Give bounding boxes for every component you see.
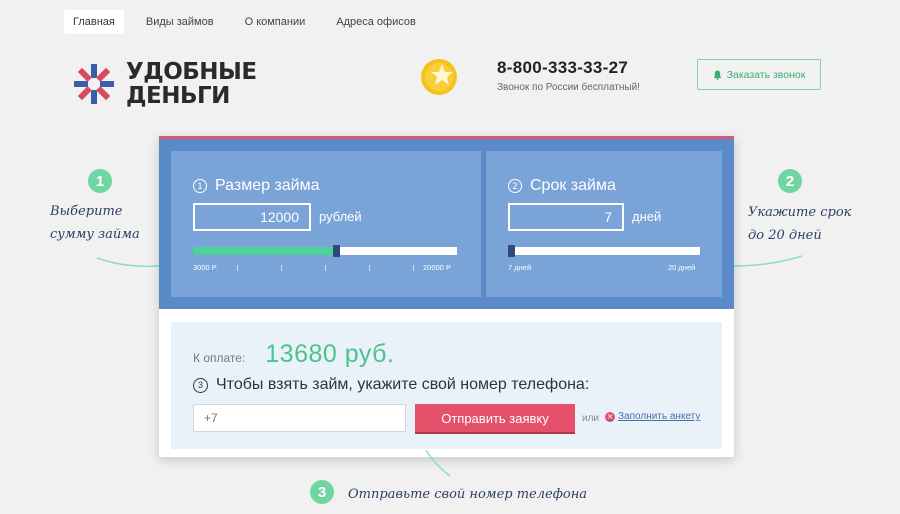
- amount-unit: рублей: [319, 209, 362, 224]
- logo[interactable]: УДОБНЫЕ ДЕНЬГИ: [72, 60, 257, 108]
- fill-form-label: Заполнить анкету: [618, 411, 701, 422]
- step-2-connector: [734, 255, 803, 267]
- term-unit: дней: [632, 209, 662, 224]
- term-min-label: 7 дней: [508, 263, 532, 272]
- term-title-label: Срок займа: [530, 177, 616, 194]
- step-3-connector: [425, 449, 451, 477]
- amount-slider-ticks: [193, 265, 457, 273]
- payment-label: К оплате:: [193, 351, 246, 365]
- logo-line-1: УДОБНЫЕ: [126, 59, 257, 85]
- amount-title-label: Размер займа: [215, 177, 320, 194]
- request-callback-button[interactable]: Заказать звонок: [697, 59, 821, 90]
- nav-item-offices[interactable]: Адреса офисов: [327, 10, 425, 34]
- phone-input[interactable]: [193, 404, 406, 432]
- or-label: или: [582, 413, 600, 424]
- top-nav: Главная Виды займов О компании Адреса оф…: [64, 10, 438, 34]
- term-step-number: 2: [508, 179, 522, 193]
- amount-slider-handle[interactable]: [332, 245, 340, 257]
- payment-summary: К оплате: 13680 руб.: [193, 340, 394, 369]
- phone-step-number: 3: [193, 377, 208, 393]
- amount-slider-fill: [193, 247, 333, 255]
- term-value-input[interactable]: 7: [508, 203, 624, 231]
- loan-calculator-card: 1 Размер займа 12000 рублей 3000 Р 20000…: [159, 136, 734, 457]
- step-2-hint-line2: до 20 дней: [748, 228, 822, 243]
- step-1-hint: Выберите сумму займа: [50, 200, 140, 246]
- amount-slider[interactable]: [193, 245, 457, 257]
- logo-star-icon: [74, 64, 114, 104]
- step-1-circle: 1: [88, 169, 112, 193]
- phone-note: Звонок по России бесплатный!: [497, 82, 640, 93]
- nav-item-loan-types[interactable]: Виды займов: [137, 10, 223, 34]
- phone-number[interactable]: 8-800-333-33-27: [497, 58, 640, 78]
- step-1-connector: [96, 257, 160, 268]
- step-3-circle: 3: [310, 480, 334, 504]
- term-panel: 2 Срок займа 7 дней 7 дней 20 дней: [486, 151, 722, 297]
- term-title: 2 Срок займа: [508, 177, 616, 195]
- slider-tick: [281, 265, 282, 271]
- payment-panel: К оплате: 13680 руб. 3 Чтобы взять займ,…: [171, 322, 722, 449]
- contact-phone: 8-800-333-33-27 Звонок по России бесплат…: [497, 58, 640, 93]
- step-1-hint-line1: Выберите: [50, 204, 123, 219]
- bell-icon: [713, 70, 722, 80]
- nav-item-home[interactable]: Главная: [64, 10, 124, 34]
- term-max-label: 20 дней: [668, 263, 696, 272]
- slider-tick: [369, 265, 370, 271]
- phone-prompt-text: Чтобы взять займ, укажите свой номер тел…: [216, 376, 590, 393]
- slider-tick: [325, 265, 326, 271]
- slider-tick: [413, 265, 414, 271]
- award-star-badge-icon: [421, 59, 457, 95]
- nav-item-about[interactable]: О компании: [236, 10, 315, 34]
- phone-prompt: 3 Чтобы взять займ, укажите свой номер т…: [193, 376, 589, 394]
- amount-max-label: 20000 Р: [423, 263, 451, 272]
- logo-text: УДОБНЫЕ ДЕНЬГИ: [126, 60, 257, 108]
- step-2-hint: Укажите срок до 20 дней: [748, 201, 851, 247]
- logo-line-2: ДЕНЬГИ: [126, 83, 230, 109]
- close-circle-icon: ✕: [605, 411, 615, 422]
- amount-min-label: 3000 Р: [193, 263, 217, 272]
- calculator-header: 1 Размер займа 12000 рублей 3000 Р 20000…: [159, 139, 734, 309]
- amount-panel: 1 Размер займа 12000 рублей 3000 Р 20000…: [171, 151, 481, 297]
- step-2-hint-line1: Укажите срок: [748, 205, 852, 220]
- term-slider-handle[interactable]: [508, 245, 515, 257]
- callback-label: Заказать звонок: [726, 68, 806, 81]
- fill-form-link[interactable]: ✕ Заполнить анкету: [605, 411, 700, 422]
- step-1-hint-line2: сумму займа: [50, 227, 140, 242]
- amount-value-input[interactable]: 12000: [193, 203, 311, 231]
- amount-step-number: 1: [193, 179, 207, 193]
- step-2-circle: 2: [778, 169, 802, 193]
- step-3-hint: Отправьте свой номер телефона: [348, 487, 588, 502]
- payment-amount: 13680 руб.: [265, 340, 395, 368]
- term-slider[interactable]: [508, 245, 700, 257]
- submit-application-button[interactable]: Отправить заявку: [415, 404, 575, 432]
- slider-tick: [237, 265, 238, 271]
- amount-title: 1 Размер займа: [193, 177, 320, 195]
